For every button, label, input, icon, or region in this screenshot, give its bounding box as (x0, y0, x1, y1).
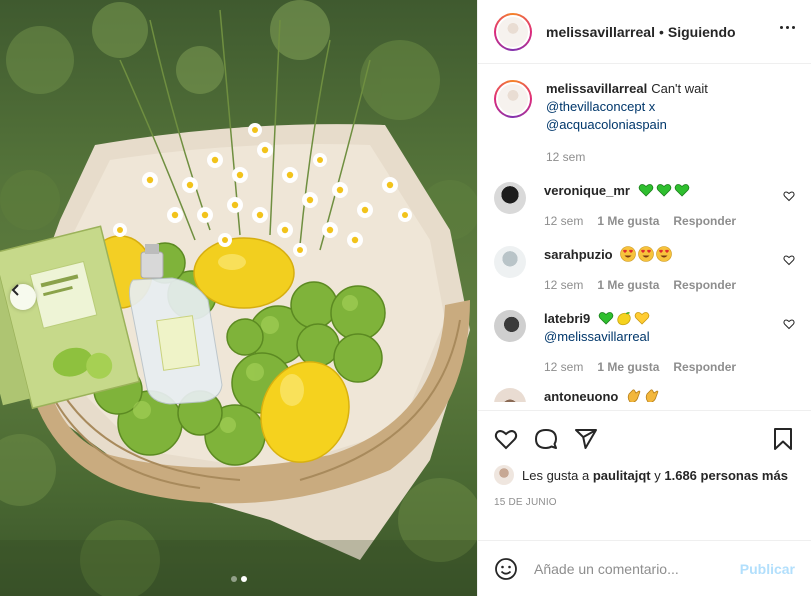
comments-list[interactable]: melissavillarreal Can't wait @thevillacon… (478, 64, 811, 410)
green-heart-icon (598, 312, 614, 325)
lemon-icon (617, 312, 631, 326)
comment-item: veronique_mr 12 sem 1 Me gusta Responder (494, 182, 795, 230)
comment-emojis (638, 183, 692, 198)
green-heart-icon (656, 184, 671, 197)
heart-eyes-icon (656, 246, 673, 262)
comment-username[interactable]: antoneuono (544, 389, 618, 402)
carousel-dot-active (240, 576, 247, 582)
heart-eyes-icon (638, 246, 655, 262)
save-icon[interactable] (771, 427, 795, 451)
emoji-picker-icon[interactable] (494, 557, 518, 581)
follow-status-button[interactable]: Siguiendo (668, 24, 736, 40)
post-dialog: melissavillarreal • Siguiendo melissavil… (0, 0, 811, 596)
comment-username[interactable]: latebri9 (544, 311, 590, 326)
commenter-avatar[interactable] (494, 310, 526, 342)
like-icon[interactable] (494, 427, 518, 451)
likes-others[interactable]: 1.686 personas más (664, 468, 788, 483)
carousel-dot (230, 576, 237, 582)
likes-summary[interactable]: Les gusta a paulitajqt y 1.686 personas … (494, 465, 795, 485)
comment-reply-button[interactable]: Responder (673, 358, 736, 376)
comment-emojis (620, 246, 674, 262)
clap-icon (627, 389, 641, 402)
comment-username[interactable]: sarahpuzio (544, 247, 613, 262)
post-date[interactable]: 15 DE JUNIO (494, 497, 795, 508)
green-heart-icon (674, 184, 689, 197)
green-heart-icon (638, 184, 653, 197)
publish-button[interactable]: Publicar (740, 561, 795, 577)
post-header: melissavillarreal • Siguiendo (478, 0, 811, 64)
likes-prefix: Les gusta a (522, 467, 590, 483)
post-side-panel: melissavillarreal • Siguiendo melissavil… (477, 0, 811, 596)
photo-illustration (0, 0, 477, 596)
comment-item: sarahpuzio 12 sem 1 Me gusta Responder (494, 246, 795, 294)
caption-time[interactable]: 12 sem (546, 148, 585, 166)
heart-eyes-icon (620, 246, 637, 262)
post-image[interactable] (0, 0, 477, 596)
comment-likes[interactable]: 1 Me gusta (597, 276, 659, 294)
comment-item: antoneuono (494, 388, 795, 402)
commenter-avatar[interactable] (494, 182, 526, 214)
comment-reply-button[interactable]: Responder (673, 276, 736, 294)
comment-input[interactable] (534, 560, 740, 577)
comment-time[interactable]: 12 sem (544, 358, 583, 376)
comment-item: latebri9 @melissavillarreal 12 sem 1 Me … (494, 310, 795, 376)
likes-connector: y (654, 467, 661, 483)
carousel-prev-button[interactable] (10, 284, 36, 310)
yellow-heart-icon (634, 312, 650, 325)
caption-text: Can't wait (651, 81, 708, 96)
caption-username[interactable]: melissavillarreal (546, 81, 647, 96)
more-options-icon[interactable] (780, 26, 795, 29)
comment-username[interactable]: veronique_mr (544, 183, 630, 198)
comment-time[interactable]: 12 sem (544, 212, 583, 230)
post-caption: melissavillarreal Can't wait @thevillacon… (494, 80, 795, 166)
comment-time[interactable]: 12 sem (544, 276, 583, 294)
share-icon[interactable] (574, 427, 598, 451)
comment-likes[interactable]: 1 Me gusta (597, 358, 659, 376)
like-comment-icon[interactable] (783, 190, 795, 202)
like-comment-icon[interactable] (783, 254, 795, 266)
author-username[interactable]: melissavillarreal (546, 24, 655, 40)
header-separator: • (658, 23, 664, 40)
comment-reply-button[interactable]: Responder (673, 212, 736, 230)
commenter-avatar[interactable] (494, 246, 526, 278)
comment-mention[interactable]: @melissavillarreal (544, 328, 769, 346)
add-comment-bar: Publicar (478, 540, 811, 596)
caption-avatar[interactable] (494, 80, 532, 118)
chevron-left-icon (11, 284, 19, 296)
caption-mention[interactable]: @acquacoloniaspain (546, 116, 769, 134)
liker-avatar[interactable] (494, 465, 514, 485)
comment-likes[interactable]: 1 Me gusta (597, 212, 659, 230)
caption-mention[interactable]: @thevillaconcept x (546, 98, 769, 116)
post-actions: Les gusta a paulitajqt y 1.686 personas … (478, 410, 811, 540)
comment-icon[interactable] (534, 427, 558, 451)
author-avatar[interactable] (494, 12, 532, 51)
comment-emojis (598, 311, 652, 326)
clap-icon (645, 389, 659, 402)
like-comment-icon[interactable] (783, 318, 795, 330)
liker-username[interactable]: paulitajqt (593, 468, 651, 483)
comment-emojis (626, 389, 662, 402)
commenter-avatar[interactable] (494, 388, 526, 402)
carousel-indicator (230, 576, 247, 582)
